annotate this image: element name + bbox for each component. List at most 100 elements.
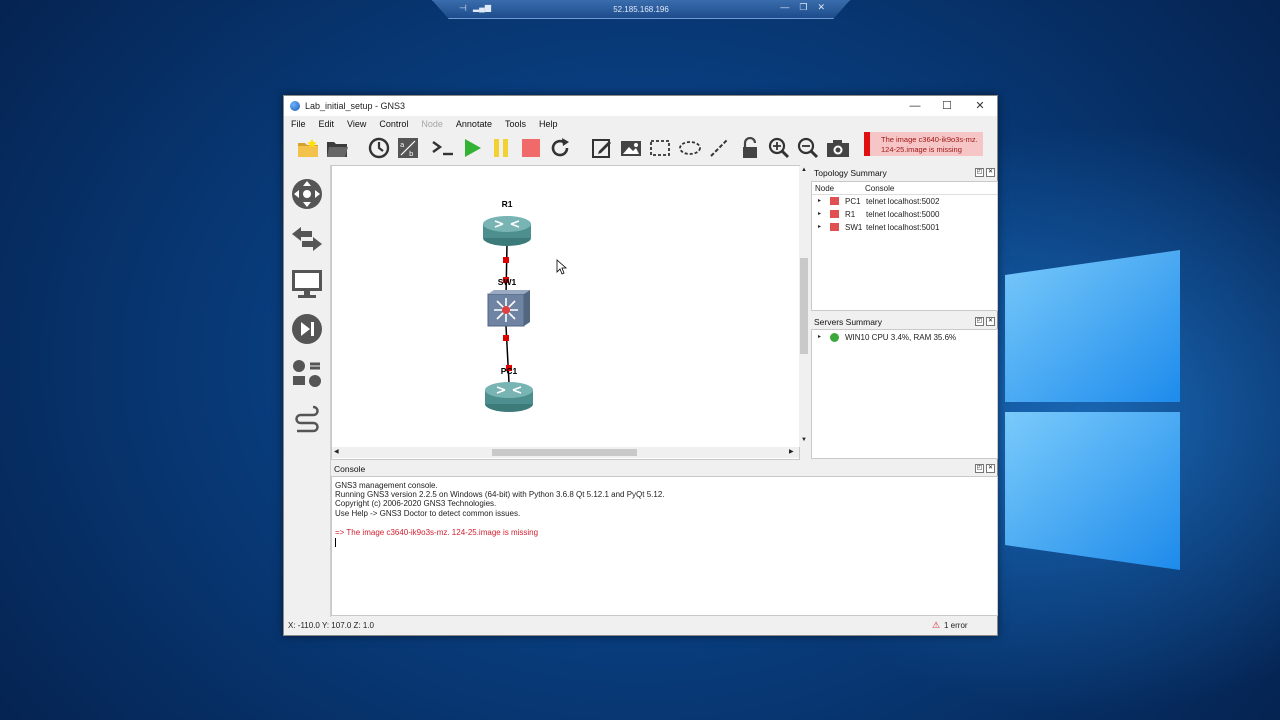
table-row[interactable]: ▸ PC1 telnet localhost:5002 (812, 196, 997, 209)
node-label-pc1[interactable]: PC1 (501, 366, 518, 376)
node-label-sw1[interactable]: SW1 (498, 277, 517, 287)
canvas-horizontal-scrollbar[interactable]: ◀ ▶ (332, 447, 799, 458)
vertical-scroll-thumb[interactable] (800, 258, 808, 354)
node-pc1-router-icon[interactable] (485, 382, 533, 412)
horizontal-scroll-thumb[interactable] (492, 449, 637, 456)
title-bar[interactable]: Lab_initial_setup - GNS3 — ☐ ✕ (284, 96, 997, 116)
servers-summary-titlebar: Servers Summary ◰ ✕ (811, 315, 997, 328)
canvas-vertical-scrollbar[interactable]: ▲ ▼ (799, 166, 809, 447)
draw-ellipse-icon[interactable] (677, 135, 703, 161)
stop-all-icon[interactable] (518, 135, 544, 161)
browse-all-devices-icon[interactable] (290, 357, 324, 391)
node-status-icon (830, 210, 839, 218)
open-project-icon[interactable] (324, 135, 350, 161)
svg-text:b: b (409, 150, 414, 158)
add-link-icon[interactable] (290, 402, 324, 436)
gns3-window: Lab_initial_setup - GNS3 — ☐ ✕ File Edit V… (283, 95, 998, 636)
error-notification[interactable]: The image c3640-ik9o3s-mz. 124-25.image … (864, 132, 983, 156)
scroll-down-icon[interactable]: ▼ (800, 437, 808, 445)
close-button[interactable]: ✕ (963, 96, 997, 116)
link-endpoint-sw1-bottom (503, 335, 509, 341)
reload-all-icon[interactable] (547, 135, 573, 161)
maximize-button[interactable]: ☐ (930, 96, 964, 116)
cursor-coordinates: X: -110.0 Y: 107.0 Z: 1.0 (288, 621, 374, 630)
close-dock-icon[interactable]: ✕ (986, 168, 995, 177)
start-all-icon[interactable] (459, 135, 485, 161)
draw-rectangle-icon[interactable] (647, 135, 673, 161)
list-item[interactable]: ▸ WIN10 CPU 3.4%, RAM 35.6% (812, 332, 997, 345)
topology-canvas[interactable]: R1 SW1 PC1 ▲ ▼ ◀ ▶ (331, 165, 809, 460)
rdp-minimize-button[interactable]: — (780, 2, 789, 13)
menu-view[interactable]: View (340, 116, 372, 132)
error-count[interactable]: 1 error (944, 621, 968, 630)
menu-control[interactable]: Control (372, 116, 414, 132)
warning-icon[interactable]: ⚠ (932, 620, 940, 631)
close-dock-icon[interactable]: ✕ (986, 317, 995, 326)
menu-bar: File Edit View Control Node Annotate Tools Help (284, 116, 997, 132)
browse-security-devices-icon[interactable] (290, 312, 324, 346)
link-r1-sw1[interactable] (505, 243, 508, 297)
scroll-left-icon[interactable]: ◀ (334, 448, 339, 455)
float-icon[interactable]: ◰ (975, 168, 984, 177)
notification-line-1: The image c3640-ik9o3s-mz. (881, 135, 978, 144)
lock-icon[interactable] (737, 135, 763, 161)
console-line: GNS3 management console. (335, 481, 438, 490)
draw-line-icon[interactable] (706, 135, 732, 161)
menu-annotate[interactable]: Annotate (449, 116, 498, 132)
node-console: telnet localhost:5000 (866, 210, 940, 219)
menu-help[interactable]: Help (532, 116, 564, 132)
topology-summary-titlebar: Topology Summary ◰ ✕ (811, 166, 997, 179)
zoom-out-icon[interactable] (795, 135, 821, 161)
minimize-button[interactable]: — (898, 96, 932, 116)
scroll-right-icon[interactable]: ▶ (789, 448, 794, 455)
browse-end-devices-icon[interactable] (290, 267, 324, 301)
console-title: Console (334, 464, 366, 474)
float-icon[interactable]: ◰ (975, 464, 984, 473)
zoom-in-icon[interactable] (766, 135, 792, 161)
gns3-app-icon (290, 101, 300, 111)
topology-summary-panel: Node Console ▸ PC1 telnet localhost:5002… (811, 181, 998, 311)
column-header-node[interactable]: Node (815, 184, 834, 193)
console-prompt: => (335, 528, 345, 537)
suspend-all-icon[interactable] (488, 135, 514, 161)
float-icon[interactable]: ◰ (975, 317, 984, 326)
servers-summary-title: Servers Summary (814, 317, 883, 327)
browse-routers-icon[interactable] (290, 177, 324, 211)
insert-image-icon[interactable] (618, 135, 644, 161)
node-name: R1 (845, 210, 856, 219)
topology-summary-title: Topology Summary (814, 168, 887, 178)
console-output[interactable]: GNS3 management console. Running GNS3 ve… (331, 476, 998, 616)
node-sw1-switch-icon[interactable] (487, 290, 530, 327)
rdp-close-button[interactable]: ✕ (817, 2, 825, 13)
node-status-icon (830, 223, 839, 231)
servers-summary-panel: ▸ WIN10 CPU 3.4%, RAM 35.6% (811, 329, 998, 459)
node-label-r1[interactable]: R1 (502, 199, 513, 209)
scroll-up-icon[interactable]: ▲ (800, 167, 808, 175)
column-header-console[interactable]: Console (865, 184, 894, 193)
link-endpoint-r1 (503, 257, 509, 263)
console-error-line: => The image c3640-ik9o3s-mz. 124-25.ima… (335, 528, 538, 537)
node-r1-router-icon[interactable] (483, 216, 531, 246)
show-interfaces-icon[interactable]: ab (395, 135, 421, 161)
menu-tools[interactable]: Tools (498, 116, 532, 132)
menu-edit[interactable]: Edit (312, 116, 341, 132)
menu-file[interactable]: File (284, 116, 312, 132)
screenshot-icon[interactable] (825, 135, 851, 161)
table-row[interactable]: ▸ R1 telnet localhost:5000 (812, 209, 997, 222)
table-row[interactable]: ▸ SW1 telnet localhost:5001 (812, 222, 997, 235)
browse-switches-icon[interactable] (290, 222, 324, 256)
text-cursor (335, 538, 336, 547)
console-all-icon[interactable] (430, 135, 456, 161)
remote-desktop-bar: ⊣ ▂▄▆ 52.185.168.196 — ❐ ✕ (432, 0, 850, 19)
node-name: PC1 (845, 197, 861, 206)
snapshot-icon[interactable] (366, 135, 392, 161)
new-project-icon[interactable] (295, 135, 321, 161)
close-dock-icon[interactable]: ✕ (986, 464, 995, 473)
console-line: Running GNS3 version 2.2.5 on Windows (6… (335, 490, 665, 499)
add-note-icon[interactable] (589, 135, 615, 161)
server-info: WIN10 CPU 3.4%, RAM 35.6% (845, 333, 957, 342)
status-bar: X: -110.0 Y: 107.0 Z: 1.0 ⚠ 1 error (284, 617, 997, 634)
node-console: telnet localhost:5002 (866, 197, 940, 206)
rdp-restore-button[interactable]: ❐ (799, 2, 807, 13)
svg-text:a: a (400, 141, 404, 149)
